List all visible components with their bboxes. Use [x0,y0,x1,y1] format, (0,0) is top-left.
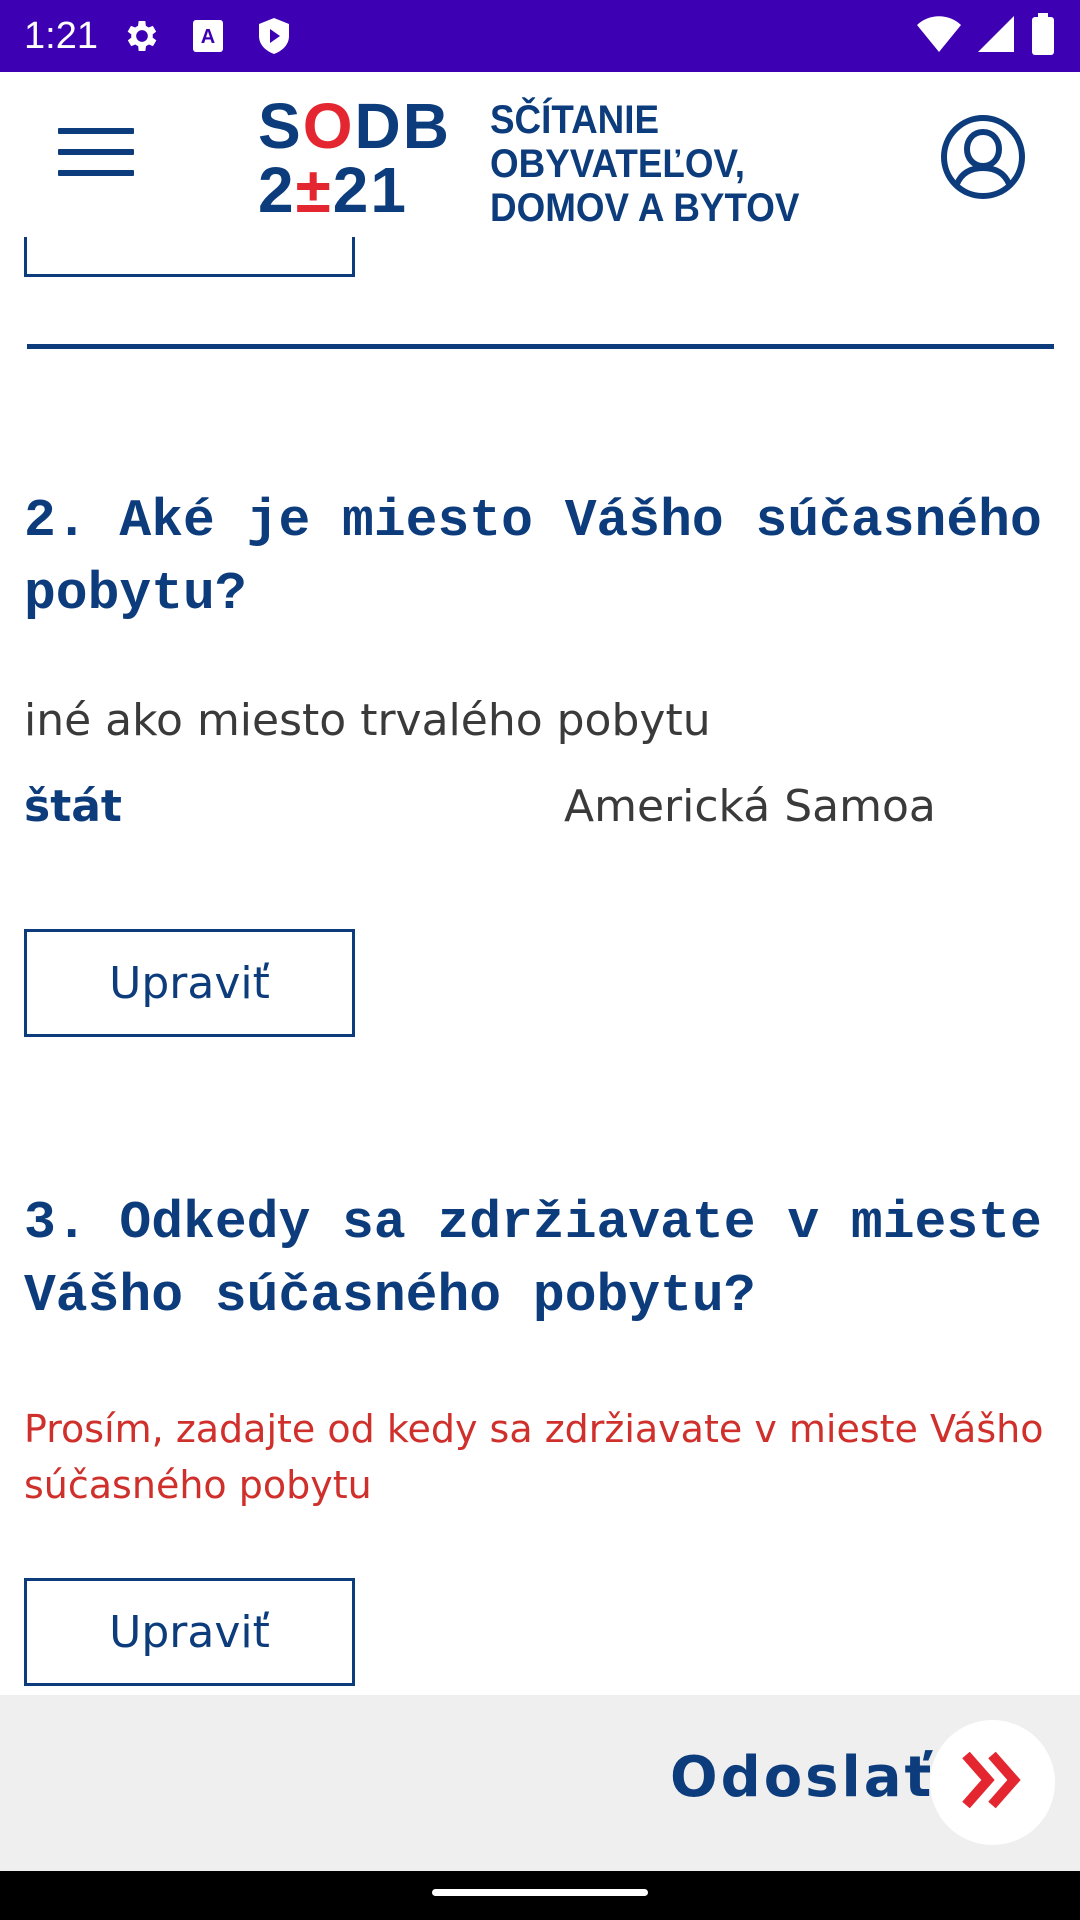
logo-mark: SODB 2±21 [258,90,451,226]
system-nav-bar [0,1871,1080,1920]
question-3-error: Prosím, zadajte od kedy sa zdržiavate v … [24,1407,1044,1507]
status-bar: 1:21 A [0,0,1080,72]
battery-icon [1030,12,1056,61]
user-profile-icon[interactable] [940,114,1026,200]
submit-button[interactable] [930,1720,1055,1845]
text-a-icon: A [186,14,230,58]
home-gesture-handle[interactable] [432,1889,648,1896]
gear-icon [120,14,164,58]
state-label: štát [24,781,122,832]
status-time: 1:21 [24,14,98,57]
edit-button-q2[interactable]: Upraviť [24,929,355,1037]
wifi-icon [916,14,962,59]
sodb-logo: SODB 2±21 SČÍTANIE OBYVATEĽOV, DOMOV A B… [258,90,838,230]
form-summary[interactable]: 2. Aké je miesto Vášho súčasného pobytu?… [0,237,1080,1695]
state-value: Americká Samoa [564,781,936,832]
edit-button-previous[interactable] [24,237,355,277]
section-divider [27,344,1054,349]
logo-wordmark: SČÍTANIE OBYVATEĽOV, DOMOV A BYTOV [490,98,800,230]
double-chevron-right-icon [958,1745,1028,1820]
signal-icon [976,14,1016,59]
shield-play-icon [252,14,296,58]
submit-label[interactable]: Odoslať [670,1745,934,1810]
svg-text:A: A [201,26,215,48]
edit-button-q3[interactable]: Upraviť [24,1578,355,1686]
question-2-answer: iné ako miesto trvalého pobytu [24,695,711,746]
question-2-title: 2. Aké je miesto Vášho súčasného pobytu? [24,491,1042,624]
app-header: SODB 2±21 SČÍTANIE OBYVATEĽOV, DOMOV A B… [0,72,1080,237]
question-3-title: 3. Odkedy sa zdržiavate v mieste Vášho s… [24,1193,1042,1326]
footer-bar: Odoslať [0,1695,1080,1871]
hamburger-menu-icon[interactable] [58,128,134,180]
